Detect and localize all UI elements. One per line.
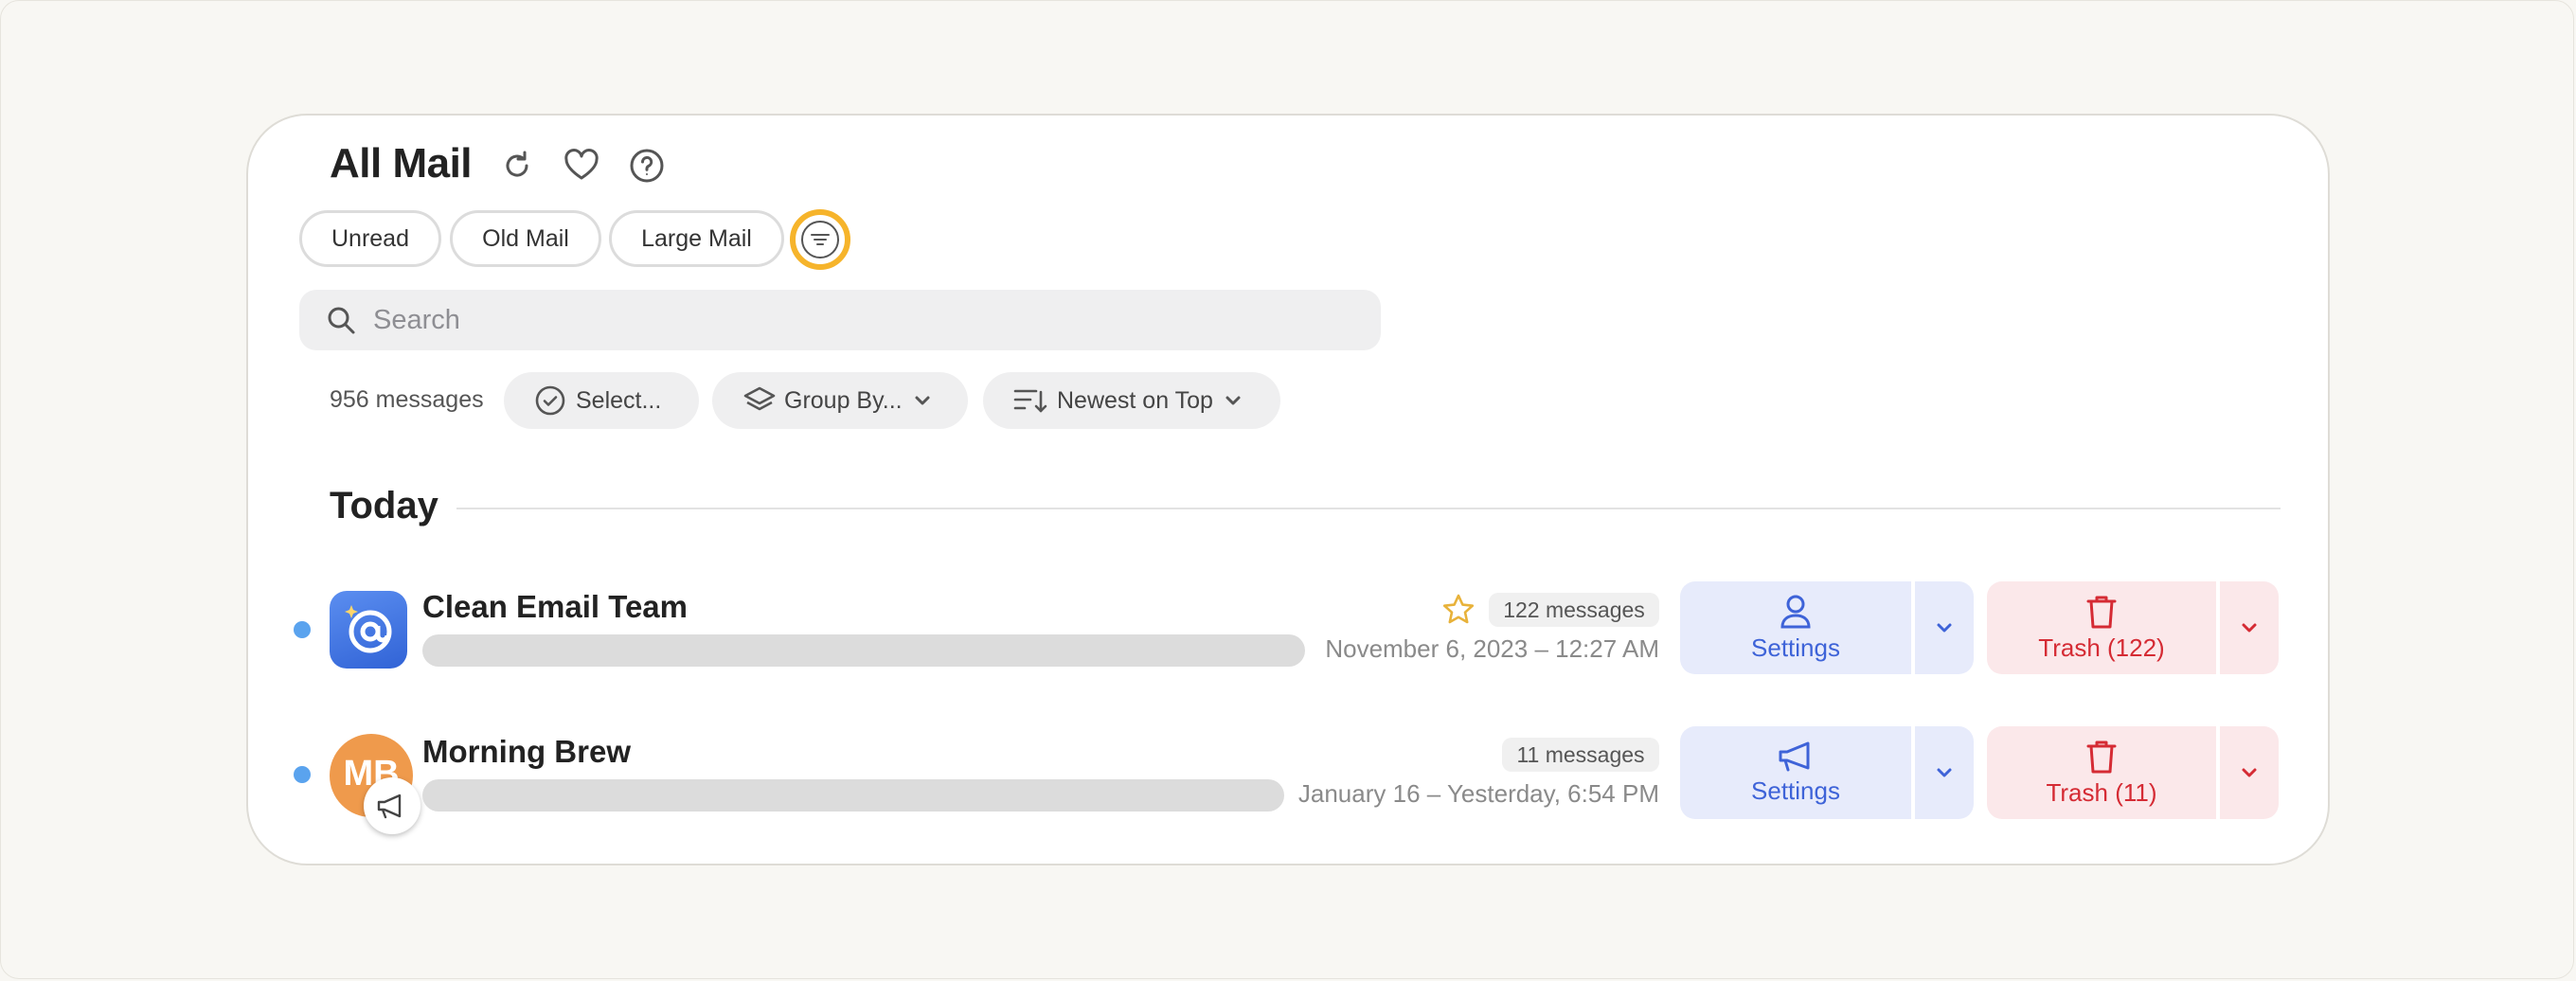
group-by-button[interactable]: Group By... bbox=[712, 372, 968, 429]
chevron-down-icon bbox=[914, 395, 931, 406]
megaphone-icon bbox=[1779, 741, 1810, 771]
sort-icon bbox=[1013, 386, 1047, 415]
sender-name: Morning Brew bbox=[422, 734, 631, 769]
page-title: All Mail bbox=[330, 140, 473, 187]
refresh-icon[interactable] bbox=[498, 147, 536, 185]
chevron-down-icon bbox=[2242, 768, 2257, 777]
select-button[interactable]: Select... bbox=[504, 372, 699, 429]
settings-dropdown[interactable] bbox=[1915, 726, 1974, 819]
chevron-down-icon bbox=[2242, 623, 2257, 633]
trash-label: Trash (122) bbox=[2038, 633, 2165, 662]
preview-placeholder bbox=[422, 634, 1305, 667]
trash-label: Trash (11) bbox=[2046, 777, 2157, 807]
person-icon bbox=[1780, 595, 1811, 628]
search-input[interactable] bbox=[371, 303, 1322, 337]
search-bar[interactable] bbox=[299, 290, 1381, 350]
megaphone-icon bbox=[364, 777, 420, 834]
settings-button[interactable]: Settings bbox=[1680, 726, 1911, 819]
sender-row[interactable]: Clean Email Team 122 messages November 6… bbox=[284, 581, 2282, 676]
check-circle-icon bbox=[534, 384, 566, 417]
trash-dropdown[interactable] bbox=[2220, 581, 2279, 674]
filter-chip-large-mail[interactable]: Large Mail bbox=[609, 210, 784, 267]
chevron-down-icon bbox=[1937, 768, 1952, 777]
settings-dropdown[interactable] bbox=[1915, 581, 1974, 674]
filter-button[interactable] bbox=[790, 209, 850, 270]
star-icon[interactable] bbox=[1441, 593, 1476, 627]
trash-icon bbox=[2086, 740, 2117, 773]
chevron-down-icon bbox=[1937, 623, 1952, 633]
trash-icon bbox=[2086, 596, 2117, 628]
group-by-label: Group By... bbox=[784, 386, 903, 414]
clean-email-logo bbox=[330, 591, 407, 669]
help-icon[interactable] bbox=[628, 147, 666, 185]
message-count: 956 messages bbox=[330, 386, 484, 413]
date-range: January 16 – Yesterday, 6:54 PM bbox=[1297, 779, 1659, 808]
sort-button[interactable]: Newest on Top bbox=[983, 372, 1280, 429]
message-count-badge: 11 messages bbox=[1502, 738, 1659, 772]
filter-chip-old-mail[interactable]: Old Mail bbox=[450, 210, 601, 267]
trash-button[interactable]: Trash (122) bbox=[1987, 581, 2216, 674]
settings-button[interactable]: Settings bbox=[1680, 581, 1911, 674]
trash-dropdown[interactable] bbox=[2220, 726, 2279, 819]
sort-label: Newest on Top bbox=[1057, 386, 1213, 414]
sender-name: Clean Email Team bbox=[422, 589, 689, 624]
chevron-down-icon bbox=[1225, 395, 1242, 406]
date-range: November 6, 2023 – 12:27 AM bbox=[1325, 634, 1659, 663]
heart-icon[interactable] bbox=[563, 147, 600, 185]
unread-dot bbox=[294, 766, 311, 783]
settings-label: Settings bbox=[1751, 776, 1840, 805]
sender-row[interactable]: MB Morning Brew 11 messages January 16 –… bbox=[284, 726, 2282, 834]
trash-button[interactable]: Trash (11) bbox=[1987, 726, 2216, 819]
search-icon bbox=[326, 305, 356, 335]
select-label: Select... bbox=[576, 386, 662, 414]
filter-chip-unread[interactable]: Unread bbox=[299, 210, 441, 267]
layers-icon bbox=[742, 384, 777, 417]
section-title: Today bbox=[330, 485, 438, 526]
filter-icon bbox=[801, 221, 839, 259]
settings-label: Settings bbox=[1751, 633, 1840, 662]
unread-dot bbox=[294, 621, 311, 638]
preview-placeholder bbox=[422, 779, 1284, 812]
message-count-badge: 122 messages bbox=[1489, 593, 1659, 627]
section-divider bbox=[456, 508, 2281, 509]
